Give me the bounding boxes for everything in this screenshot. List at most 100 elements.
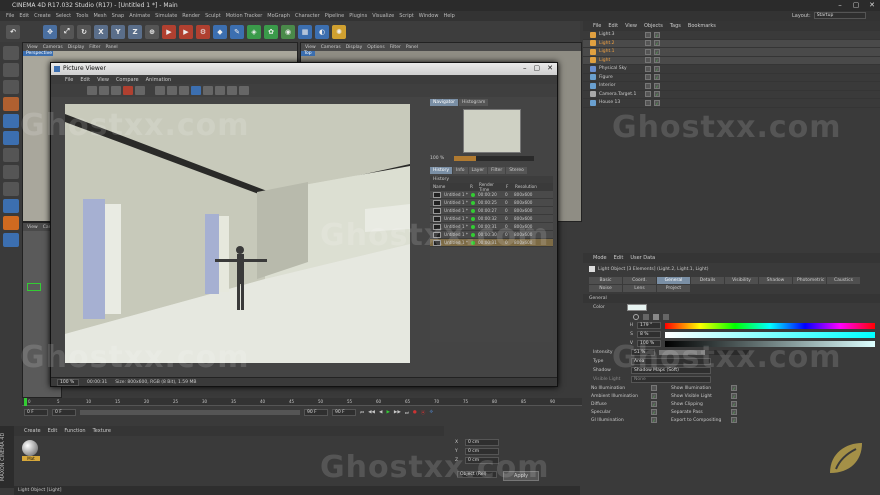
menu-item[interactable]: Mesh — [93, 13, 106, 19]
axis-y-button[interactable]: Y — [111, 24, 125, 39]
menu-item[interactable]: Script — [399, 13, 414, 19]
menu-item[interactable]: Tools — [76, 13, 88, 19]
keyframe-move-icon[interactable]: ✥ — [429, 410, 433, 415]
navigator-tab[interactable]: Navigator — [430, 99, 459, 106]
history-tab[interactable]: Filter — [488, 167, 506, 174]
navigator-tab[interactable]: Histogram — [459, 99, 489, 106]
hue-input[interactable]: 179 ° — [637, 322, 661, 329]
saturation-input[interactable]: 8 % — [637, 331, 661, 338]
viewport-menu-item[interactable]: View — [27, 225, 38, 230]
menu-item[interactable]: Snap — [112, 13, 125, 19]
attribute-tab[interactable]: Shadow — [759, 277, 792, 284]
history-column-header[interactable]: F — [506, 184, 512, 189]
light-option-checkbox[interactable]: ✓ — [651, 409, 657, 415]
color-rgb-icon[interactable] — [663, 313, 669, 320]
pv-menu-item[interactable]: View — [97, 77, 109, 83]
make-editable-icon[interactable] — [3, 46, 19, 60]
menu-item[interactable]: Animate — [129, 13, 150, 19]
timeline-range-bar[interactable] — [80, 410, 300, 415]
attribute-tab[interactable]: General — [657, 277, 690, 284]
history-tab[interactable]: Info — [453, 167, 468, 174]
next-key-icon[interactable]: ▶▶ — [394, 410, 401, 415]
timeline-current-input[interactable]: 0 F — [52, 409, 76, 416]
object-row[interactable]: Light.2 ✓ — [583, 39, 880, 48]
visibility-toggle-icon[interactable] — [645, 65, 651, 72]
attribute-tab[interactable]: Coord. — [623, 277, 656, 284]
pv-maximize-icon[interactable]: ▢ — [534, 64, 541, 72]
material-item[interactable]: Mat — [22, 440, 40, 461]
prev-key-icon[interactable]: ◀◀ — [368, 410, 375, 415]
polygons-mode-icon[interactable] — [3, 131, 19, 145]
enabled-check-icon[interactable]: ✓ — [654, 65, 660, 72]
minimize-icon[interactable]: – — [832, 0, 848, 11]
light-option-checkbox[interactable]: ✓ — [731, 417, 737, 423]
pv-menu-item[interactable]: File — [65, 77, 73, 83]
render-settings-icon[interactable]: ⚙ — [196, 24, 210, 39]
history-row[interactable]: Untitled 1 * 00:00:25 0 800x600 — [430, 199, 553, 207]
subdivision-icon[interactable]: ◈ — [247, 24, 261, 39]
timeline-start-input[interactable]: 0 F — [24, 409, 48, 416]
lock-workplane-icon[interactable] — [3, 233, 19, 247]
visibility-toggle-icon[interactable] — [645, 74, 651, 81]
attribute-menu-item[interactable]: User Data — [630, 255, 655, 261]
object-row[interactable]: Figure ✓ — [583, 74, 880, 82]
timeline-playhead[interactable] — [24, 398, 27, 406]
viewport-menu-item[interactable]: Filter — [390, 45, 401, 50]
history-column-header[interactable]: Render Time — [479, 182, 503, 192]
pv-render-icon[interactable] — [123, 86, 133, 95]
menu-item[interactable]: MoGraph — [267, 13, 290, 19]
light-option-checkbox[interactable]: ✓ — [651, 417, 657, 423]
visibility-toggle-icon[interactable] — [645, 40, 651, 47]
enabled-check-icon[interactable]: ✓ — [654, 31, 660, 38]
enabled-check-icon[interactable]: ✓ — [654, 99, 660, 106]
scale-tool-icon[interactable]: ⤢ — [60, 24, 74, 39]
viewport-menu-item[interactable]: View — [305, 45, 316, 50]
attribute-tab[interactable]: Basic — [589, 277, 622, 284]
visible-light-dropdown[interactable]: None — [631, 376, 711, 383]
menu-item[interactable]: Create — [34, 13, 51, 19]
navigator-thumbnail[interactable] — [463, 109, 521, 153]
menu-item[interactable]: Pipeline — [325, 13, 345, 19]
history-row[interactable]: Untitled 1 * 00:00:27 0 800x600 — [430, 207, 553, 215]
color-swatch[interactable] — [627, 304, 647, 311]
attribute-tab[interactable]: Lens — [623, 285, 656, 292]
menu-item[interactable]: Select — [56, 13, 71, 19]
object-row[interactable]: House 13 ✓ — [583, 99, 880, 108]
light-option-checkbox[interactable] — [651, 385, 657, 391]
viewport-menu-item[interactable]: Display — [346, 45, 363, 50]
viewport-menu-item[interactable]: Filter — [89, 45, 100, 50]
light-option-checkbox[interactable]: ✓ — [731, 393, 737, 399]
attribute-menu-item[interactable]: Mode — [593, 255, 607, 261]
object-row[interactable]: Light ✓ — [583, 56, 880, 65]
render-view-icon[interactable]: ▶ — [162, 24, 176, 39]
pv-tool-icon[interactable] — [203, 86, 213, 95]
move-tool-icon[interactable]: ✥ — [43, 24, 57, 39]
pv-tool-icon[interactable] — [215, 86, 225, 95]
attribute-tab[interactable]: Visibility — [725, 277, 758, 284]
attribute-tab[interactable]: Caustics — [827, 277, 860, 284]
texture-mode-icon[interactable] — [3, 80, 19, 94]
viewport-menu-item[interactable]: Options — [367, 45, 384, 50]
attribute-tab[interactable]: Photometric — [793, 277, 826, 284]
visibility-toggle-icon[interactable] — [645, 99, 651, 106]
history-tab[interactable]: Stereo — [506, 167, 527, 174]
enabled-check-icon[interactable]: ✓ — [654, 48, 660, 55]
pv-menu-item[interactable]: Edit — [80, 77, 90, 83]
history-column-header[interactable]: Name — [433, 184, 467, 189]
attribute-tab[interactable]: Noise — [589, 285, 622, 292]
material-menu-item[interactable]: Create — [24, 428, 41, 434]
points-mode-icon[interactable] — [3, 97, 19, 111]
menu-item[interactable]: Visualize — [372, 13, 394, 19]
light-option-checkbox[interactable]: ✓ — [651, 401, 657, 407]
object-row[interactable]: Camera.Target.1 ✓ — [583, 91, 880, 99]
object-menu-item[interactable]: File — [593, 23, 601, 29]
enabled-check-icon[interactable]: ✓ — [654, 74, 660, 81]
pv-tool-icon[interactable] — [99, 86, 109, 95]
pv-tool-icon[interactable] — [135, 86, 145, 95]
color-wheel-icon[interactable] — [633, 313, 639, 320]
pv-compare-icon[interactable] — [191, 86, 201, 95]
scene-icon[interactable]: ▦ — [298, 24, 312, 39]
object-menu-item[interactable]: Edit — [608, 23, 618, 29]
go-start-icon[interactable]: ⏮ — [360, 410, 364, 416]
pv-close-icon[interactable]: ✕ — [547, 64, 553, 72]
